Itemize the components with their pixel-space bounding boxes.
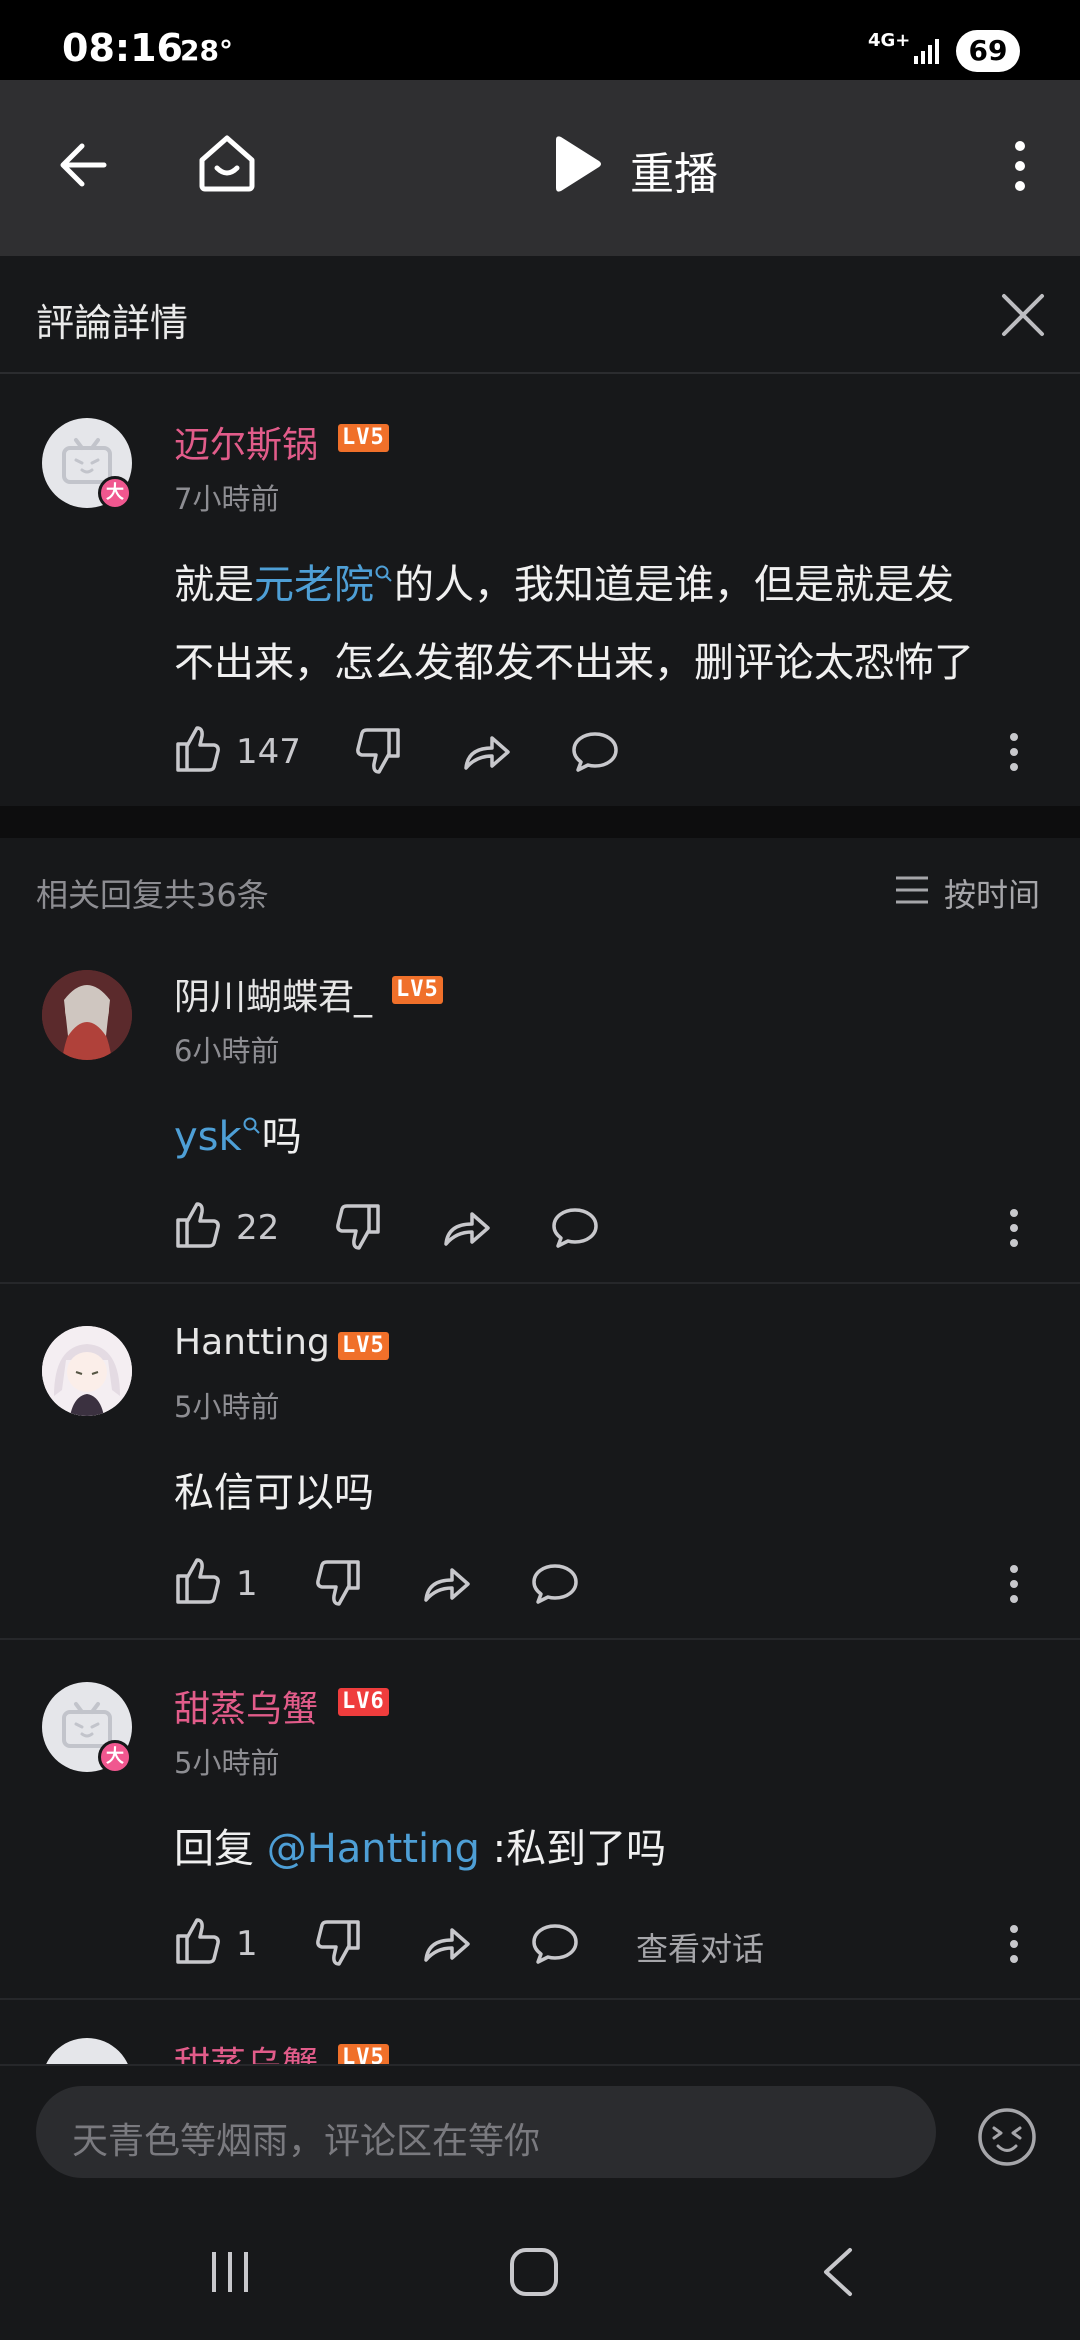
timestamp: 5小時前 xyxy=(174,1746,280,1780)
thumbs-up-icon[interactable] xyxy=(174,1914,222,1966)
comment-actions: 1 查看对话 xyxy=(174,1914,1054,1974)
search-icon xyxy=(375,565,392,582)
comment-input-bar: 天青色等烟雨，评论区在等你 xyxy=(0,2064,1080,2204)
home-icon[interactable] xyxy=(196,132,258,194)
reply-divider xyxy=(0,1282,1080,1284)
keyword[interactable]: ysk xyxy=(174,1114,242,1160)
play-icon[interactable] xyxy=(548,134,604,194)
home-nav-icon[interactable] xyxy=(508,2246,560,2298)
back-arrow-icon[interactable] xyxy=(56,138,110,192)
share-icon[interactable] xyxy=(422,1562,472,1606)
battery-indicator: 69 xyxy=(956,30,1020,72)
like-count: 1 xyxy=(236,1564,258,1604)
search-keyword-link[interactable]: 元老院 xyxy=(254,562,394,608)
thumbs-down-icon[interactable] xyxy=(334,1202,382,1254)
more-vertical-icon[interactable] xyxy=(1004,138,1036,194)
comment-detail-header: 評論詳情 xyxy=(0,256,1080,374)
comment-text: ysk 吗 xyxy=(174,1098,302,1176)
view-conversation-link[interactable]: 查看对话 xyxy=(636,1924,764,1970)
comment-text: 就是元老院 的人，我知道是谁，但是就是发 不出来，怎么发都发不出来，删评论太恐怖了 xyxy=(174,546,1054,702)
comment-text-part: :私到了吗 xyxy=(479,1826,667,1872)
thumbs-up-icon[interactable] xyxy=(174,1554,222,1606)
level-badge: LV5 xyxy=(338,424,389,452)
reply-bubble-icon[interactable] xyxy=(530,1562,580,1606)
keyword[interactable]: 元老院 xyxy=(254,562,374,608)
comment-actions: 1 xyxy=(174,1554,1054,1614)
temperature: 28° xyxy=(180,34,233,67)
section-divider xyxy=(0,806,1080,838)
reply-divider xyxy=(0,1638,1080,1640)
network-type: 4G+ xyxy=(868,30,911,51)
timestamp: 6小時前 xyxy=(174,1034,280,1068)
vip-badge: 大 xyxy=(98,1740,132,1774)
more-vertical-icon[interactable] xyxy=(1008,1564,1020,1604)
timestamp: 7小時前 xyxy=(174,482,280,516)
comment-text-part: 就是 xyxy=(174,562,254,608)
partial-reply: 甜蒸乌蟹 LV5 xyxy=(0,1998,1080,2064)
vip-badge: 大 xyxy=(98,476,132,510)
back-nav-icon[interactable] xyxy=(820,2246,856,2298)
mention-link[interactable]: @Hantting xyxy=(267,1826,480,1872)
level-badge: LV6 xyxy=(338,1688,389,1716)
like-count: 1 xyxy=(236,1924,258,1964)
like-count: 22 xyxy=(236,1208,280,1248)
avatar[interactable] xyxy=(42,970,132,1060)
comment-text-part: 的人，我知道是谁，但是就是发 xyxy=(394,562,954,608)
username[interactable]: Hantting xyxy=(174,1322,330,1363)
reply-prefix: 回复 xyxy=(174,1826,267,1872)
timestamp: 5小時前 xyxy=(174,1390,280,1424)
search-keyword-link[interactable]: ysk xyxy=(174,1114,262,1160)
avatar-image xyxy=(42,970,132,1060)
comment-actions: 22 xyxy=(174,1198,1054,1258)
thumbs-down-icon[interactable] xyxy=(354,726,402,778)
emoji-icon[interactable] xyxy=(976,2106,1038,2168)
panel-title: 評論詳情 xyxy=(36,301,189,345)
comment-text-part: 不出来，怎么发都发不出来，删评论太恐怖了 xyxy=(174,640,974,686)
status-bar: 08:16 28° 4G+ 69 xyxy=(0,0,1080,80)
share-icon[interactable] xyxy=(462,730,512,774)
comment-text: 私信可以吗 xyxy=(174,1470,374,1516)
replay-title[interactable]: 重播 xyxy=(630,138,718,202)
input-placeholder: 天青色等烟雨，评论区在等你 xyxy=(72,2121,541,2162)
avatar[interactable] xyxy=(42,2038,132,2064)
replies-header: 相关回复共36条 按时间 xyxy=(0,838,1080,938)
signal-icon xyxy=(914,39,939,64)
username[interactable]: 甜蒸乌蟹 xyxy=(174,1680,318,1732)
share-icon[interactable] xyxy=(442,1206,492,1250)
more-vertical-icon[interactable] xyxy=(1008,1208,1020,1248)
recent-apps-icon[interactable] xyxy=(206,2248,254,2296)
app-bar: 重播 xyxy=(0,80,1080,256)
reply-count: 相关回复共36条 xyxy=(36,876,269,914)
clock: 08:16 xyxy=(62,26,183,70)
more-vertical-icon[interactable] xyxy=(1008,1924,1020,1964)
like-count: 147 xyxy=(236,732,301,772)
level-badge: LV5 xyxy=(338,2044,389,2064)
system-nav-bar xyxy=(0,2204,1080,2340)
thumbs-up-icon[interactable] xyxy=(174,1198,222,1250)
username[interactable]: 甜蒸乌蟹 xyxy=(174,2036,318,2064)
close-icon[interactable] xyxy=(998,290,1048,340)
comment-text-part: 吗 xyxy=(261,1114,302,1160)
search-icon xyxy=(243,1117,260,1134)
comment-text: 回复 @Hantting :私到了吗 xyxy=(174,1810,666,1888)
level-badge: LV5 xyxy=(338,1332,389,1360)
avatar-image xyxy=(42,1326,132,1416)
reply-bubble-icon[interactable] xyxy=(550,1206,600,1250)
reply-bubble-icon[interactable] xyxy=(570,730,620,774)
list-sort-icon[interactable] xyxy=(894,874,930,906)
share-icon[interactable] xyxy=(422,1922,472,1966)
comment-input[interactable]: 天青色等烟雨，评论区在等你 xyxy=(36,2086,936,2178)
level-badge: LV5 xyxy=(392,976,443,1004)
thumbs-up-icon[interactable] xyxy=(174,722,222,774)
reply-bubble-icon[interactable] xyxy=(530,1922,580,1966)
username[interactable]: 阴川蝴蝶君_ xyxy=(174,968,372,1020)
comment-actions: 147 xyxy=(174,722,1054,782)
thumbs-down-icon[interactable] xyxy=(314,1918,362,1970)
thumbs-down-icon[interactable] xyxy=(314,1558,362,1610)
username[interactable]: 迈尔斯锅 xyxy=(174,416,318,468)
avatar[interactable] xyxy=(42,1326,132,1416)
more-vertical-icon[interactable] xyxy=(1008,732,1020,772)
sort-by-time-button[interactable]: 按时间 xyxy=(944,870,1040,916)
